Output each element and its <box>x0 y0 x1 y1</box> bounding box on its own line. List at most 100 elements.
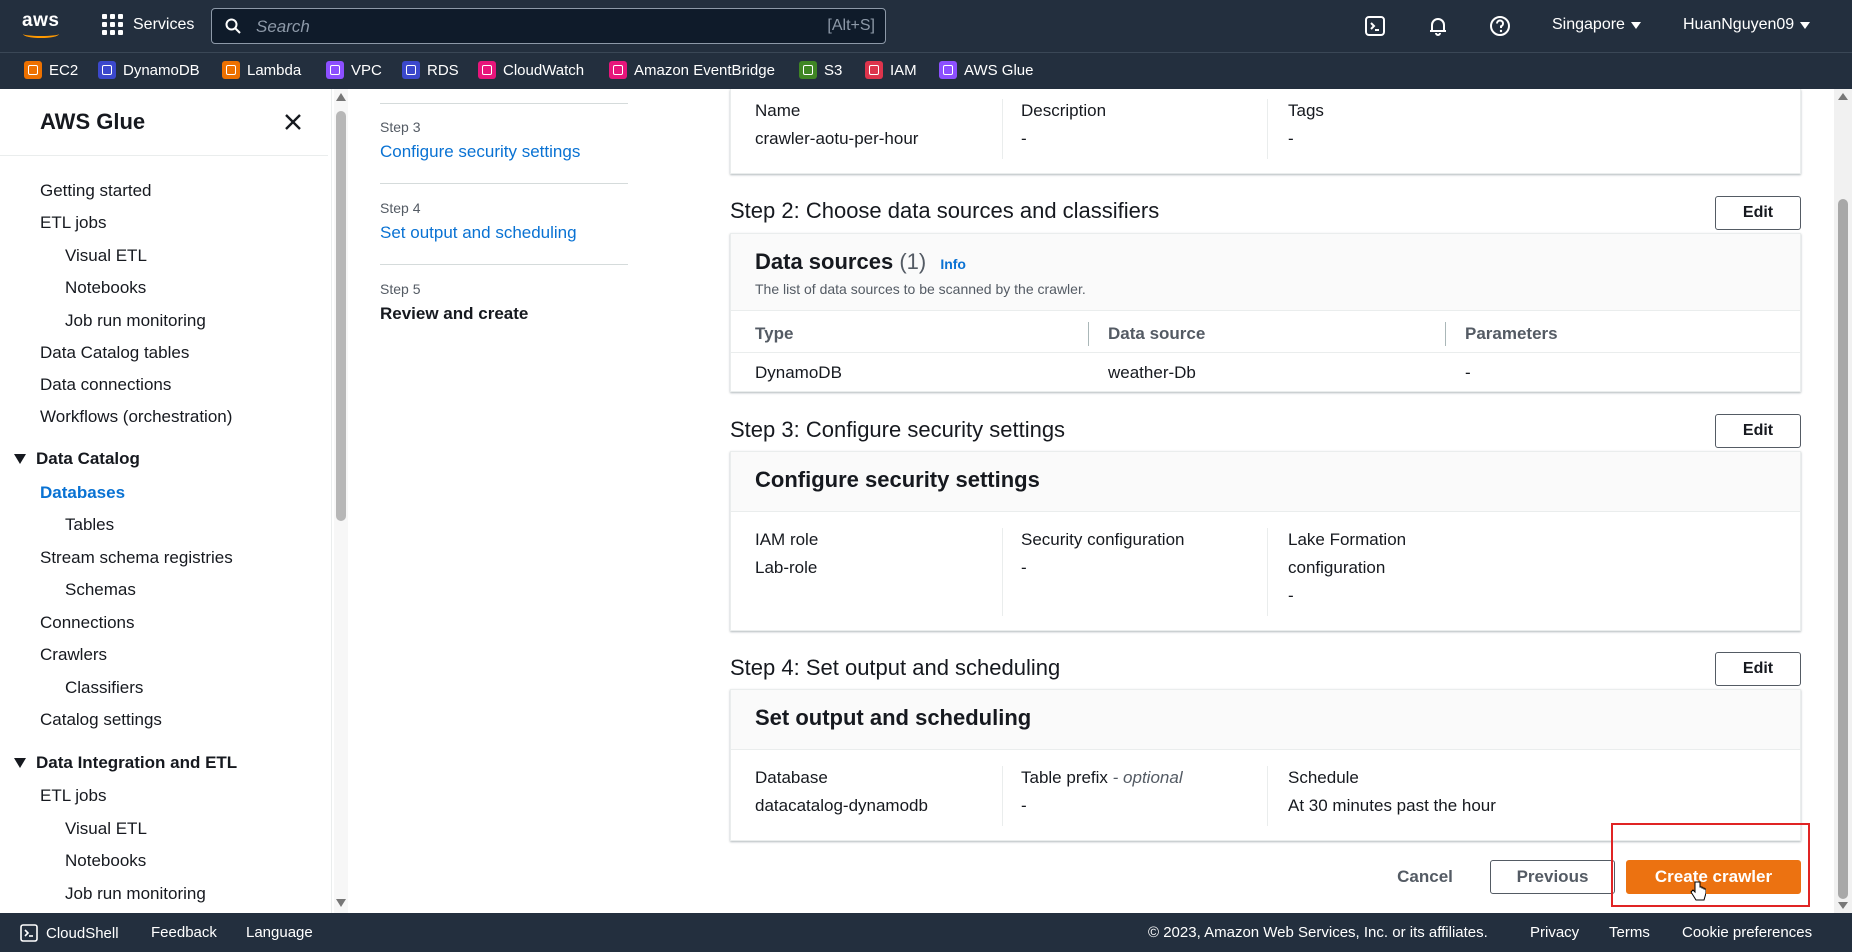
sidebar-item-job-run-monitoring[interactable]: Job run monitoring <box>65 311 206 331</box>
step-number: Step 4 <box>380 200 421 216</box>
sidebar-item-catalog-settings[interactable]: Catalog settings <box>40 710 162 730</box>
create-crawler-button[interactable]: Create crawler <box>1626 860 1801 894</box>
notifications-bell-icon[interactable] <box>1427 15 1449 37</box>
sidebar-item-crawlers[interactable]: Crawlers <box>40 645 107 665</box>
step4-heading: Step 4: Set output and scheduling <box>730 655 1061 680</box>
favorite-aws-glue[interactable]: AWS Glue <box>939 61 1033 79</box>
info-link[interactable]: Info <box>940 256 966 272</box>
table-prefix-label: Table prefix - optional <box>1021 768 1183 787</box>
services-grid-icon <box>102 14 123 35</box>
cloudshell-icon <box>20 924 38 942</box>
favorite-vpc[interactable]: VPC <box>326 61 382 79</box>
favorite-lambda[interactable]: Lambda <box>222 61 301 79</box>
sidebar-item-data-catalog-tables[interactable]: Data Catalog tables <box>40 343 189 363</box>
tags-value: - <box>1288 129 1294 148</box>
sidebar-item-databases[interactable]: Databases <box>40 483 125 503</box>
account-name: HuanNguyen09 <box>1683 16 1795 33</box>
s3-icon <box>799 61 817 79</box>
hand-cursor-icon <box>1690 881 1706 901</box>
lake-formation-label: Lake Formation <box>1288 530 1407 549</box>
search-input[interactable] <box>256 15 796 39</box>
data-sources-title: Data sources (1) Info <box>755 249 966 274</box>
sidebar-item-data-connections[interactable]: Data connections <box>40 375 171 395</box>
favorite-dynamodb[interactable]: DynamoDB <box>98 61 200 79</box>
favorite-rds[interactable]: RDS <box>402 61 459 79</box>
name-value: crawler-aotu-per-hour <box>755 129 919 148</box>
step-number: Step 3 <box>380 119 421 135</box>
step-link-output-scheduling[interactable]: Set output and scheduling <box>380 223 628 243</box>
services-menu-button[interactable]: Services <box>102 14 194 35</box>
footer-feedback[interactable]: Feedback <box>151 924 217 941</box>
side-navigation: AWS Glue Getting started ETL jobs Visual… <box>0 89 332 913</box>
tags-label: Tags <box>1288 101 1324 120</box>
sidebar-item-schemas[interactable]: Schemas <box>65 580 136 600</box>
footer-cookie-preferences[interactable]: Cookie preferences <box>1682 924 1812 941</box>
output-scheduling-title: Set output and scheduling <box>755 705 1032 730</box>
region-selector[interactable]: Singapore <box>1552 16 1641 34</box>
cancel-button[interactable]: Cancel <box>1385 860 1465 894</box>
step2-heading: Step 2: Choose data sources and classifi… <box>730 198 1160 223</box>
sidebar-section-data-integration[interactable]: Data Integration and ETL <box>14 753 237 773</box>
sidebar-item-etl-jobs-2[interactable]: ETL jobs <box>40 786 106 806</box>
iam-role-value: Lab-role <box>755 558 818 577</box>
cell-parameters: - <box>1465 363 1471 382</box>
search-shortcut-hint: [Alt+S] <box>827 17 875 34</box>
sidebar-item-etl-jobs[interactable]: ETL jobs <box>40 213 106 233</box>
footer-terms[interactable]: Terms <box>1609 924 1650 941</box>
caret-down-icon <box>14 758 26 768</box>
aws-logo-text: aws <box>22 10 60 31</box>
favorite-eventbridge[interactable]: Amazon EventBridge <box>609 61 775 79</box>
lambda-icon <box>222 61 240 79</box>
favorite-ec2[interactable]: EC2 <box>24 61 78 79</box>
sidebar-item-classifiers[interactable]: Classifiers <box>65 678 143 698</box>
glue-icon <box>939 61 957 79</box>
name-label: Name <box>755 101 801 120</box>
account-menu[interactable]: HuanNguyen09 <box>1683 16 1811 34</box>
footer-privacy[interactable]: Privacy <box>1530 924 1579 941</box>
step-number: Step 5 <box>380 281 421 297</box>
data-sources-description: The list of data sources to be scanned b… <box>755 281 1086 297</box>
lake-formation-label-2: configuration <box>1288 558 1386 577</box>
favorite-iam[interactable]: IAM <box>865 61 917 79</box>
step2-edit-button[interactable]: Edit <box>1715 196 1801 230</box>
sidebar-item-stream-schema-registries[interactable]: Stream schema registries <box>40 548 233 568</box>
search-box[interactable]: [Alt+S] <box>211 8 886 44</box>
security-configuration-label: Security configuration <box>1021 530 1185 549</box>
step-current-review-create: Review and create <box>380 304 529 323</box>
database-label: Database <box>755 768 828 787</box>
description-value: - <box>1021 129 1027 148</box>
step4-edit-button[interactable]: Edit <box>1715 652 1801 686</box>
sidebar-item-visual-etl[interactable]: Visual ETL <box>65 246 147 266</box>
favorite-s3[interactable]: S3 <box>799 61 842 79</box>
aws-logo[interactable]: aws <box>22 10 62 40</box>
sidebar-item-job-run-monitoring-2[interactable]: Job run monitoring <box>65 884 206 904</box>
column-header-type: Type <box>755 324 794 343</box>
footer-cloudshell[interactable]: CloudShell <box>20 924 119 942</box>
sidebar-section-data-catalog[interactable]: Data Catalog <box>14 449 140 469</box>
rds-icon <box>402 61 420 79</box>
step3-edit-button[interactable]: Edit <box>1715 414 1801 448</box>
copyright-text: © 2023, Amazon Web Services, Inc. or its… <box>1148 924 1488 941</box>
database-value: datacatalog-dynamodb <box>755 796 928 815</box>
previous-button[interactable]: Previous <box>1490 860 1615 894</box>
sidebar-item-connections[interactable]: Connections <box>40 613 135 633</box>
page-scrollbar[interactable] <box>1834 89 1852 913</box>
lake-formation-value: - <box>1288 586 1294 605</box>
help-icon[interactable] <box>1489 15 1511 37</box>
sidebar-item-notebooks[interactable]: Notebooks <box>65 278 146 298</box>
cloudshell-icon[interactable] <box>1364 15 1386 37</box>
services-label: Services <box>133 15 195 33</box>
sidebar-item-tables[interactable]: Tables <box>65 515 114 535</box>
sidebar-item-notebooks-2[interactable]: Notebooks <box>65 851 146 871</box>
close-icon[interactable] <box>282 111 304 133</box>
favorite-cloudwatch[interactable]: CloudWatch <box>478 61 584 79</box>
output-scheduling-card: Set output and scheduling Database datac… <box>730 689 1801 841</box>
sidebar-item-visual-etl-2[interactable]: Visual ETL <box>65 819 147 839</box>
step-link-configure-security[interactable]: Configure security settings <box>380 142 628 162</box>
sidebar-item-getting-started[interactable]: Getting started <box>40 181 152 201</box>
sidebar-scrollbar[interactable] <box>334 89 348 913</box>
footer-language[interactable]: Language <box>246 924 313 941</box>
sidebar-item-workflows[interactable]: Workflows (orchestration) <box>40 407 232 427</box>
caret-down-icon <box>14 454 26 464</box>
ec2-icon <box>24 61 42 79</box>
